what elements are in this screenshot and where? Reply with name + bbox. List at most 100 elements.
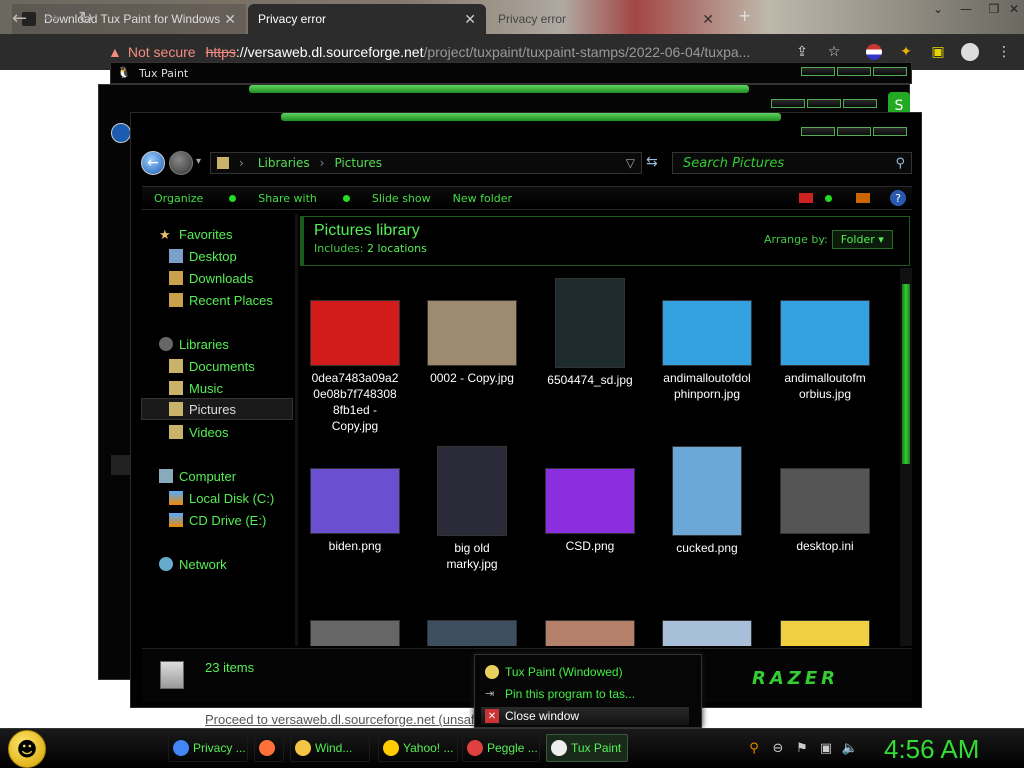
nav-documents[interactable]: Documents	[169, 356, 255, 376]
nav-libraries[interactable]: Libraries	[159, 334, 229, 354]
extensions-puzzle-icon[interactable]: ✦	[896, 42, 916, 62]
start-button-smiley-icon[interactable]: ☻	[8, 730, 46, 768]
file-item-partial[interactable]	[652, 590, 762, 646]
organize-button[interactable]: Organize	[154, 192, 237, 205]
taskbar-item[interactable]: Privacy ...	[168, 734, 248, 762]
nav-videos[interactable]: Videos	[169, 422, 229, 442]
share-icon[interactable]: ⇪	[792, 42, 812, 62]
close-tab-icon[interactable]: ✕	[702, 11, 714, 28]
file-item[interactable]: andimalloutofm orbius.jpg	[770, 270, 880, 402]
view-options-icon[interactable]	[799, 193, 813, 203]
nav-downloads[interactable]: Downloads	[169, 268, 253, 288]
breadcrumb-pictures[interactable]: Pictures	[334, 156, 382, 170]
chevron-down-icon[interactable]: ⌄	[924, 0, 952, 18]
tab-privacy-error[interactable]: Privacy error ✕	[488, 4, 724, 34]
flag-extension-icon[interactable]	[864, 42, 884, 62]
menu-kebab-icon[interactable]: ⋮	[994, 42, 1014, 62]
file-item[interactable]: andimalloutofdol phinporn.jpg	[652, 270, 762, 402]
slide-show-button[interactable]: Slide show	[372, 192, 431, 205]
profile-avatar-icon[interactable]	[960, 42, 980, 62]
nav-cd-drive[interactable]: CD Drive (E:)	[169, 510, 266, 530]
nav-computer[interactable]: Computer	[159, 466, 236, 486]
arrange-dropdown[interactable]: Folder ▾	[831, 230, 893, 249]
history-dropdown-icon[interactable]: ▾	[196, 156, 201, 167]
volume-icon[interactable]: 🔈	[842, 740, 858, 756]
taskbar-item[interactable]: Wind...	[290, 734, 370, 762]
address-dropdown-icon[interactable]: ▽	[626, 156, 635, 170]
close-tab-icon[interactable]: ✕	[224, 11, 236, 28]
videos-icon	[169, 425, 183, 439]
flag-alert-icon[interactable]: ⚑	[794, 740, 810, 756]
side-panel-icon[interactable]: ▣	[928, 42, 948, 62]
file-item[interactable]: 0002 - Copy.jpg	[417, 270, 527, 386]
file-item-partial[interactable]	[770, 590, 880, 646]
url-separator: ://	[235, 44, 248, 60]
help-icon[interactable]: ?	[890, 190, 906, 206]
taskbar-item[interactable]	[254, 734, 284, 762]
file-item[interactable]: cucked.png	[652, 438, 762, 556]
recent-places-icon	[169, 293, 183, 307]
explorer-back-button[interactable]: ←	[141, 151, 165, 175]
pane-splitter[interactable]	[295, 214, 298, 646]
minimize-button[interactable]: —	[952, 0, 980, 18]
arrange-value: Folder	[840, 233, 875, 246]
dropdown-dot-icon	[229, 194, 237, 202]
nav-desktop[interactable]: Desktop	[169, 246, 237, 266]
jumplist-open-app[interactable]: Tux Paint (Windowed)	[485, 665, 623, 679]
window-controls[interactable]	[801, 67, 907, 76]
bookmark-star-icon[interactable]: ☆	[824, 42, 844, 62]
file-item[interactable]: biden.png	[300, 438, 410, 554]
scrollbar-thumb[interactable]	[902, 284, 910, 464]
file-item[interactable]: desktop.ini	[770, 438, 880, 554]
nav-pictures-selected[interactable]: Pictures	[141, 398, 293, 420]
file-item[interactable]: 6504474_sd.jpg	[535, 270, 645, 388]
includes-locations-link[interactable]: 2 locations	[367, 242, 427, 255]
taskbar-item[interactable]: Yahoo! ...	[378, 734, 458, 762]
navigation-pane: ★ Favorites Desktop Downloads Recent Plac…	[141, 214, 293, 646]
reload-icon[interactable]: ↻	[78, 8, 93, 29]
share-with-button[interactable]: Share with	[258, 192, 350, 205]
forward-arrow-icon[interactable]: →	[44, 8, 59, 29]
taskbar-item[interactable]: Tux Paint	[546, 734, 628, 762]
new-folder-button[interactable]: New folder	[453, 192, 512, 205]
file-item-partial[interactable]	[417, 590, 527, 646]
back-nav-icon[interactable]	[111, 123, 131, 143]
breadcrumb-libraries[interactable]: Libraries	[258, 156, 310, 170]
file-item-partial[interactable]	[535, 590, 645, 646]
downloads-icon	[169, 271, 183, 285]
file-item[interactable]: big old marky.jpg	[417, 438, 527, 572]
nav-local-disk[interactable]: Local Disk (C:)	[169, 488, 274, 508]
tab-title: Privacy error	[258, 12, 327, 26]
network-tray-icon[interactable]: ▣	[818, 740, 834, 756]
proceed-link[interactable]: Proceed to versaweb.dl.sourceforge.net (…	[205, 712, 475, 727]
vertical-scrollbar[interactable]	[900, 268, 912, 646]
explorer-forward-button[interactable]	[169, 151, 193, 175]
search-input[interactable]: Search Pictures ⚲	[672, 152, 912, 174]
nav-favorites[interactable]: ★ Favorites	[159, 224, 232, 244]
nav-music[interactable]: Music	[169, 378, 223, 398]
window-controls[interactable]	[771, 99, 877, 108]
close-tab-icon[interactable]: ✕	[464, 11, 476, 28]
address-bar[interactable]: ▲ Not secure https://versaweb.dl.sourcef…	[108, 40, 788, 64]
minus-circle-icon[interactable]: ⊖	[770, 740, 786, 756]
taskbar-clock[interactable]: 4:56 AM	[884, 734, 979, 765]
back-arrow-icon[interactable]: ←	[12, 8, 27, 29]
taskbar-item[interactable]: Peggle ...	[462, 734, 540, 762]
nav-network[interactable]: Network	[159, 554, 227, 574]
refresh-icon[interactable]: ⇆	[646, 154, 658, 170]
search-tray-icon[interactable]: ⚲	[746, 740, 762, 756]
jumplist-pin[interactable]: ⇥ Pin this program to tas...	[485, 687, 635, 701]
tab-privacy-error-active[interactable]: Privacy error ✕	[248, 4, 486, 34]
file-item-partial[interactable]	[300, 590, 410, 646]
explorer-address-bar[interactable]: › Libraries › Pictures ▽	[210, 152, 642, 174]
close-window-button[interactable]: ✕	[1000, 0, 1024, 18]
file-item[interactable]: 0dea7483a09a2 0e08b7f748308 8fb1ed - Copy.j…	[300, 270, 410, 434]
nav-recent-places[interactable]: Recent Places	[169, 290, 273, 310]
file-item[interactable]: CSD.png	[535, 438, 645, 554]
view-dropdown-dot-icon[interactable]	[825, 194, 832, 202]
preview-pane-icon[interactable]	[856, 193, 870, 203]
window-controls[interactable]	[801, 127, 907, 136]
not-secure-label[interactable]: Not secure	[128, 44, 196, 60]
jumplist-close-window[interactable]: ✕ Close window	[481, 707, 689, 725]
new-tab-button[interactable]: +	[738, 6, 751, 25]
